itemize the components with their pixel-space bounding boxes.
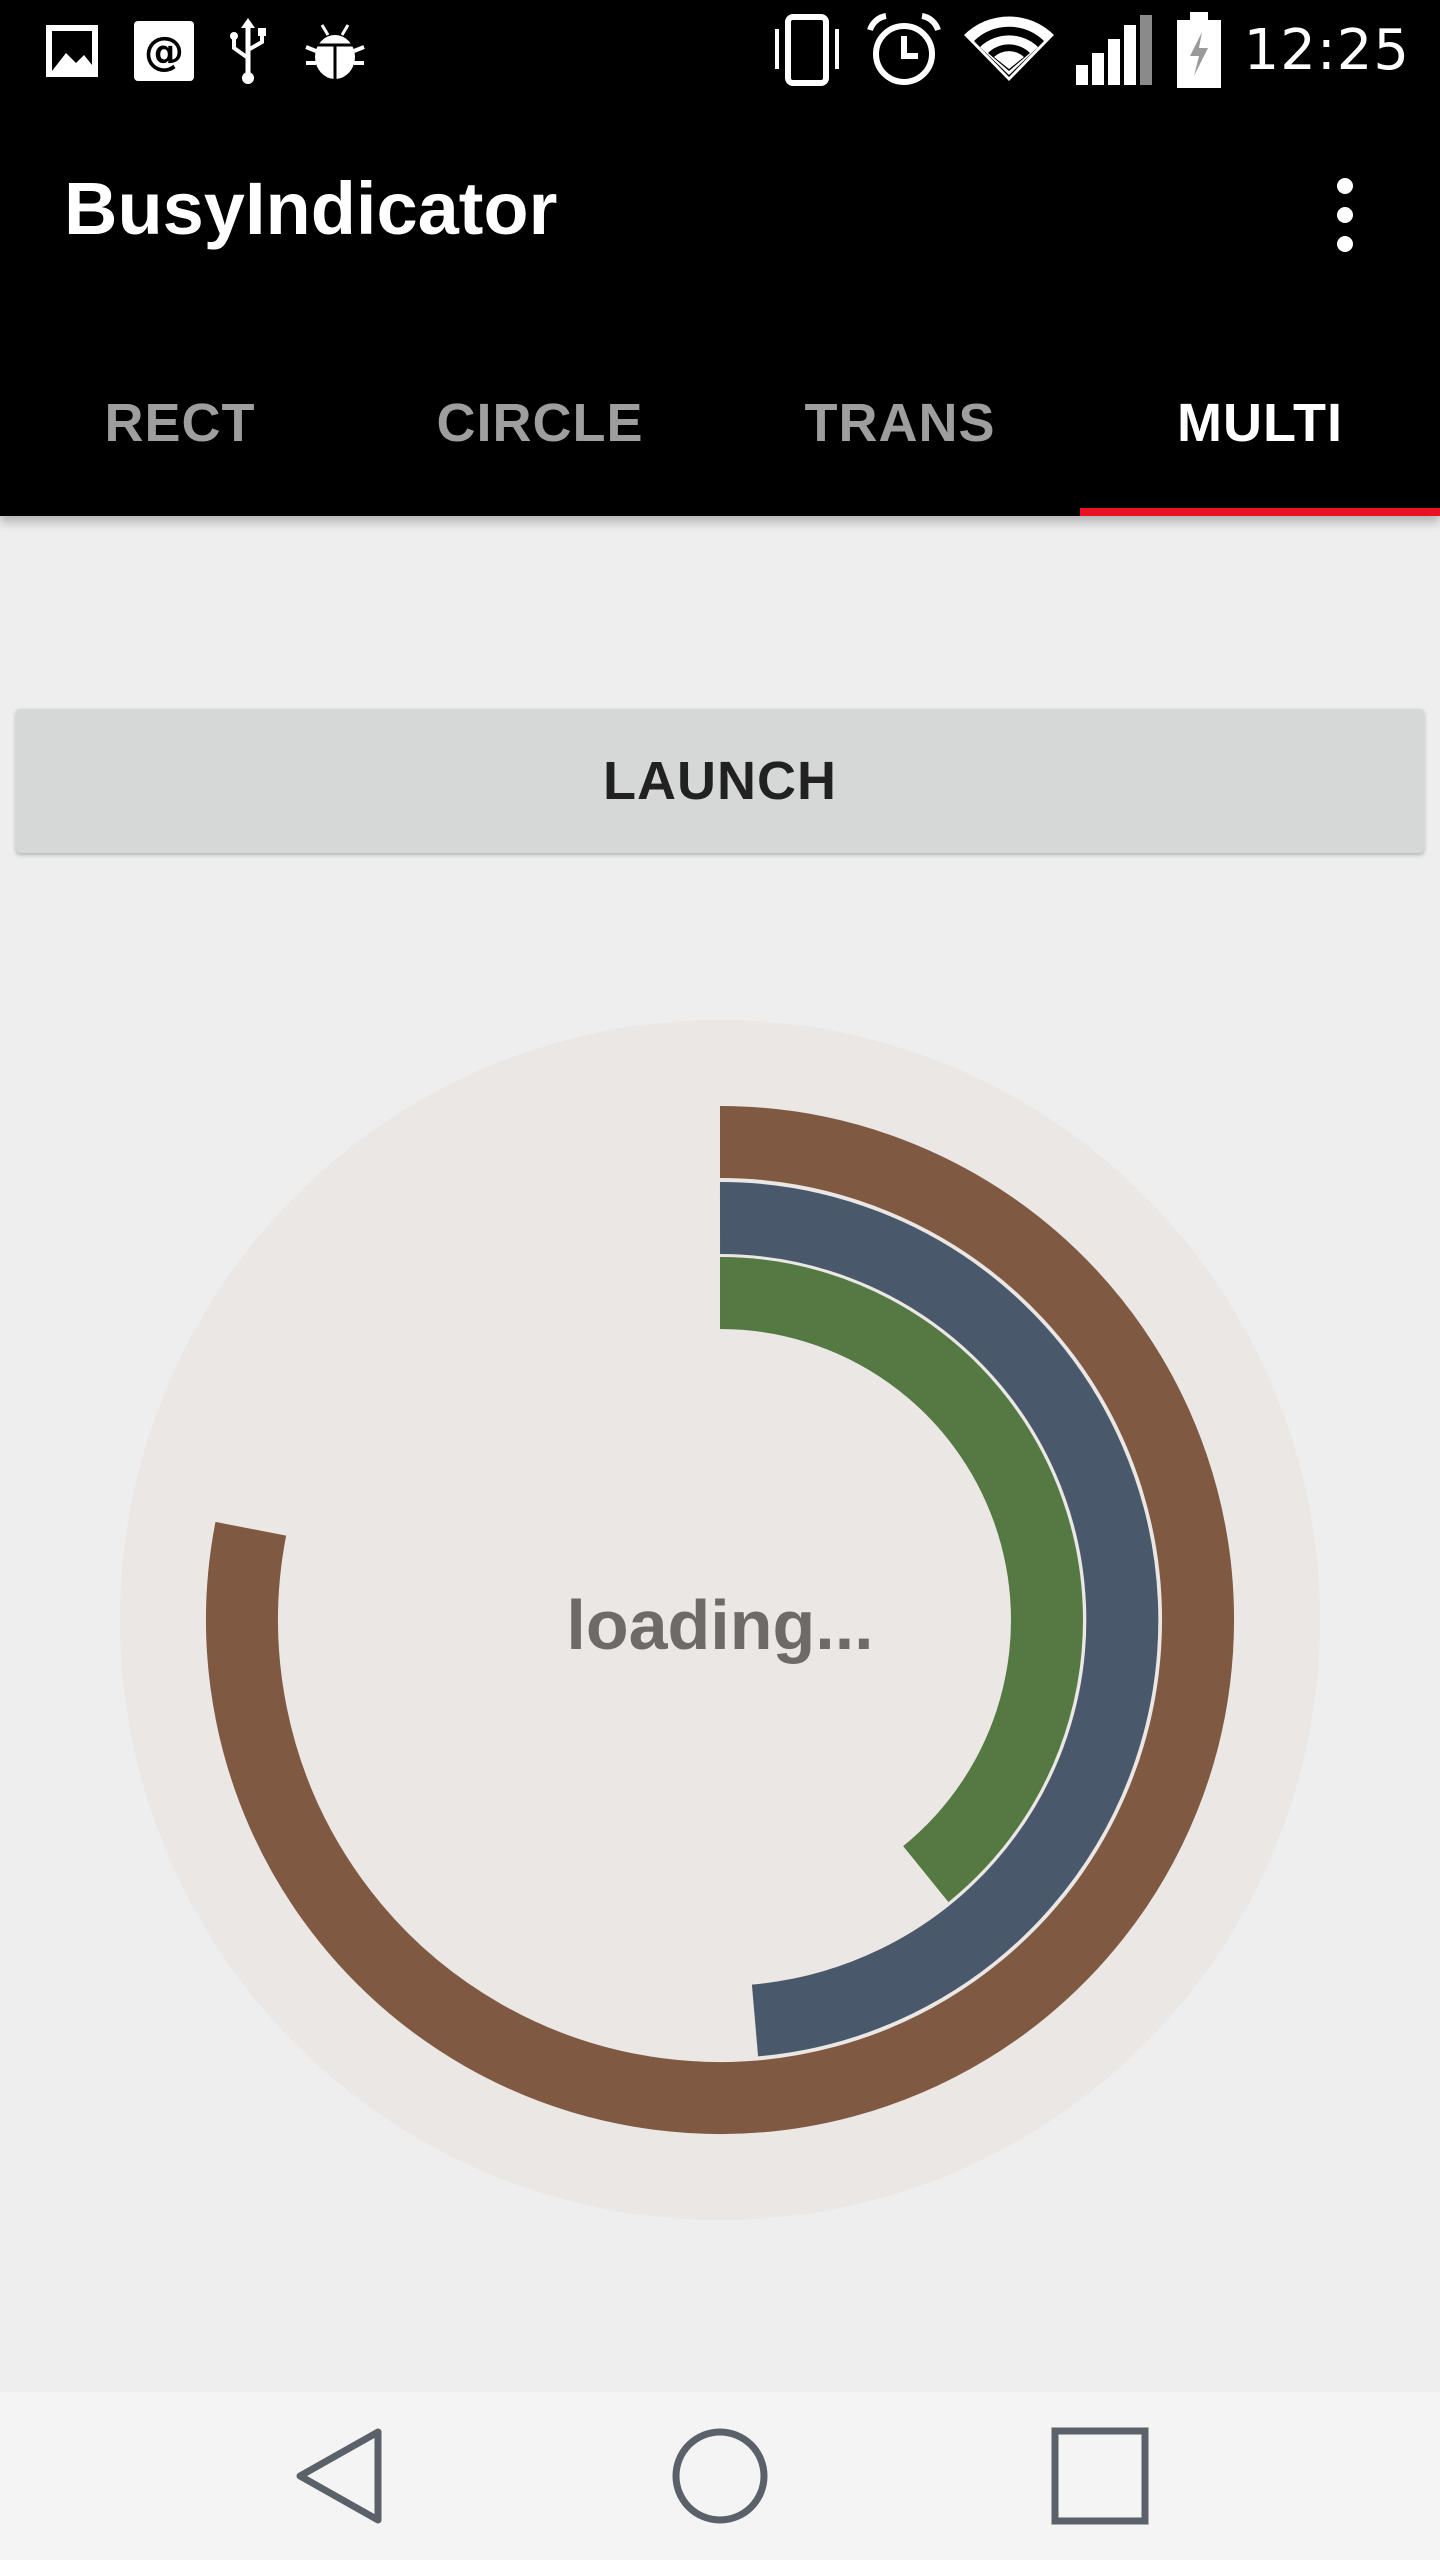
alarm-icon [866,13,941,85]
tab-trans[interactable]: TRANS [720,330,1080,516]
recents-icon-glyph [1051,2427,1149,2525]
recents-icon[interactable] [1040,2426,1160,2526]
back-icon-glyph [296,2428,382,2524]
android-bug-icon [305,24,365,79]
launch-button[interactable]: LAUNCH [16,709,1424,853]
overflow-dot [1337,236,1353,252]
at-sign-icon: @ [134,21,194,81]
overflow-dot [1337,207,1353,223]
home-icon[interactable] [660,2426,780,2526]
overflow-dot [1337,178,1353,194]
battery-charging-icon [1176,12,1221,88]
app-title: BusyIndicator [64,167,558,250]
loading-text: loading... [566,1586,874,1664]
tab-rect[interactable]: RECT [0,330,360,516]
svg-text:@: @ [144,29,184,75]
tab-multi[interactable]: MULTI [1080,330,1440,516]
nav-bar [0,2392,1440,2560]
vibrate-icon [774,14,839,86]
status-time: 12:25 [1243,17,1410,83]
status-left-icons: @ [44,18,368,84]
signal-icon [1075,15,1152,85]
back-icon[interactable] [280,2426,400,2526]
progress-arc-inner [719,1257,1083,1903]
more-vert-icon[interactable] [1310,170,1380,260]
tab-circle[interactable]: CIRCLE [360,330,720,516]
home-icon-glyph [672,2428,768,2524]
status-bar: @ 12:25 [0,0,1440,100]
status-right-icons: 12:25 [770,10,1410,90]
wifi-icon [963,16,1054,81]
usb-icon [230,18,266,84]
image-icon [46,25,98,77]
app-bar: BusyIndicator [0,100,1440,330]
tab-bar: RECT CIRCLE TRANS MULTI [0,330,1440,516]
